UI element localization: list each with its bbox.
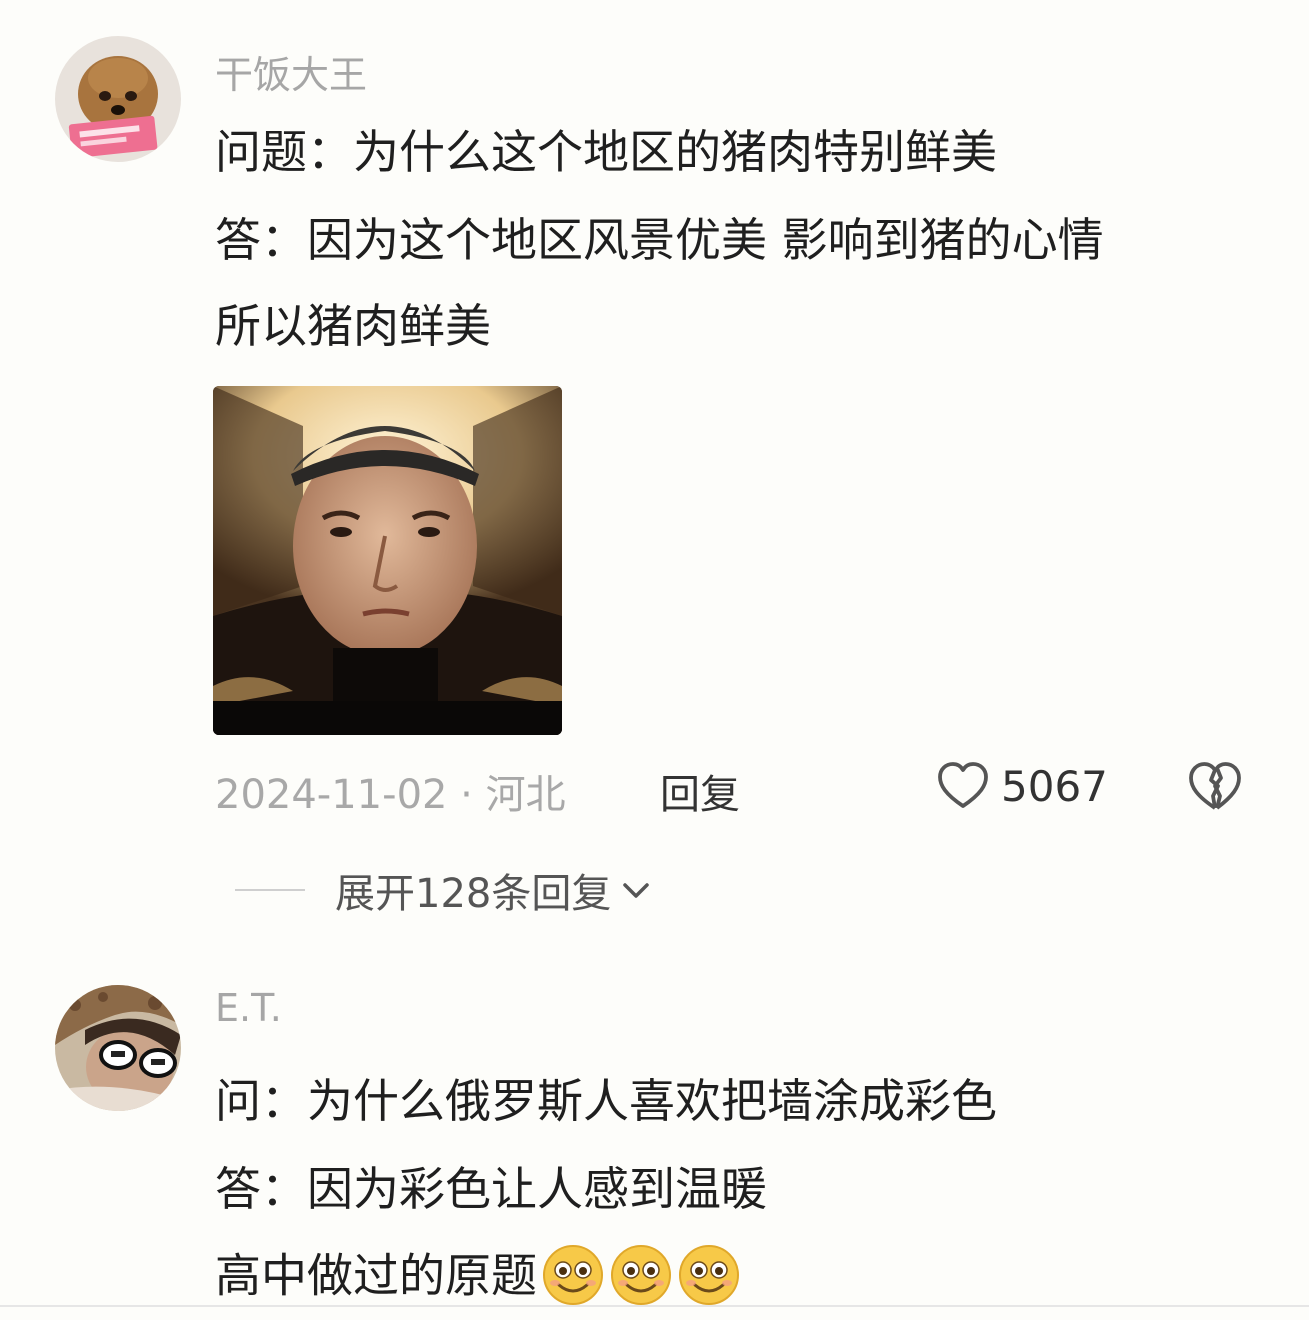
bottom-divider [0,1305,1309,1307]
comment-text-line: 答：因为彩色让人感到温暖 [215,1162,767,1216]
comment-meta-bar: 2024-11-02 · 河北 回复 5067 [0,758,1309,818]
dislike-button[interactable] [1186,758,1244,814]
comment-image[interactable] [213,386,562,735]
username[interactable]: E.T. [215,986,282,1030]
comment-text-line-with-emoji: 高中做过的原题 [215,1245,741,1311]
comment-1: 干饭大王 问题：为什么这个地区的猪肉特别鲜美 答：因为这个地区风景优美 影响到猪… [0,0,1309,960]
comment-text: 高中做过的原题 [215,1248,537,1303]
reply-button[interactable]: 回复 [660,762,740,820]
comment-2: E.T. 问：为什么俄罗斯人喜欢把墙涂成彩色 答：因为彩色让人感到温暖 高中做过… [0,985,1309,1320]
comment-text-line: 所以猪肉鲜美 [215,299,491,353]
broken-heart-icon [1189,762,1241,810]
heart-outline-icon [938,762,988,808]
username[interactable]: 干饭大王 [215,44,367,99]
date-location: 2024-11-02 · 河北 [215,772,566,818]
avatar-sunglasses[interactable] [55,985,181,1111]
chevron-down-icon [623,883,650,898]
grin-eyes-emoji [679,1245,739,1305]
comment-text-line: 答：因为这个地区风景优美 影响到猪的心情 [215,213,1104,267]
expand-replies-label: 展开128条回复 [335,871,612,917]
comment-text-line: 问题：为什么这个地区的猪肉特别鲜美 [215,125,997,179]
divider-dash [235,889,305,891]
grin-eyes-emoji [543,1245,603,1305]
expand-replies-button[interactable]: 展开128条回复 [235,862,653,918]
grin-eyes-emoji [611,1245,671,1305]
comment-text-line: 问：为什么俄罗斯人喜欢把墙涂成彩色 [215,1074,997,1128]
avatar-dog[interactable] [55,36,181,162]
like-button[interactable]: 5067 [935,758,1108,814]
like-count: 5067 [1001,761,1108,811]
